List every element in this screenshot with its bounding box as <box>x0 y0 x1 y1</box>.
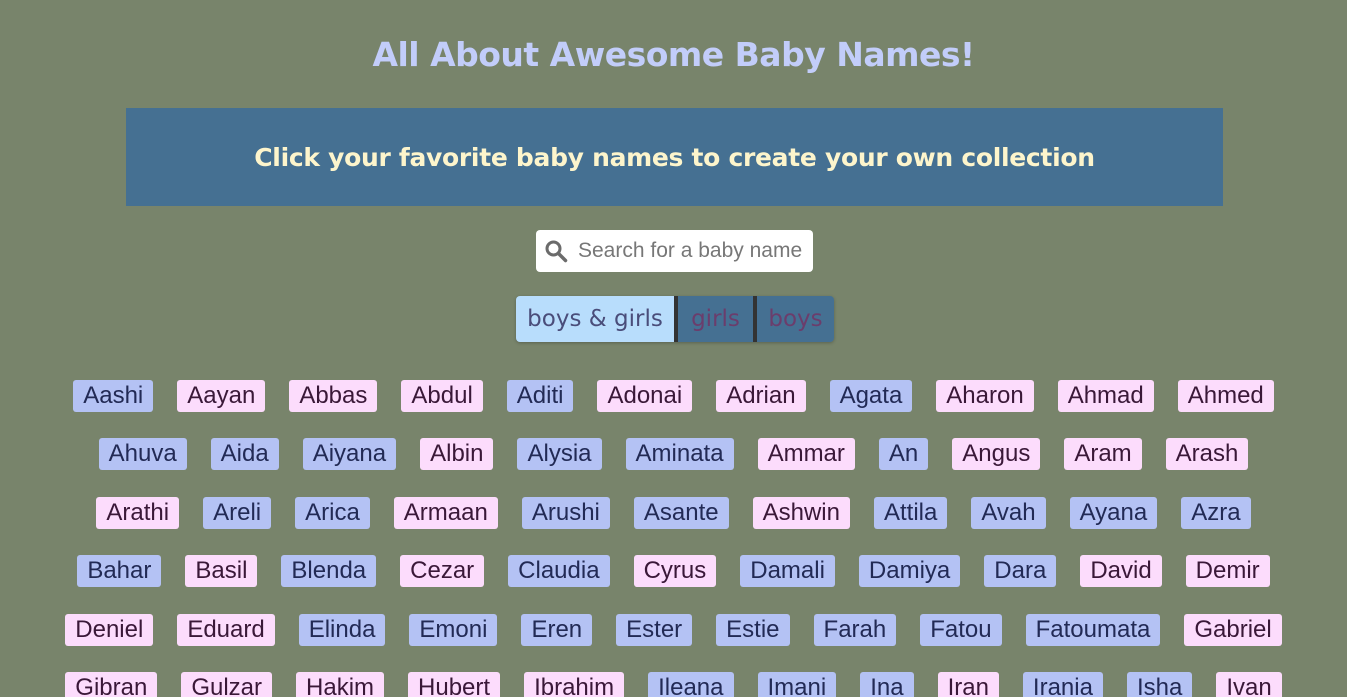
name-chip[interactable]: Blenda <box>281 555 377 588</box>
filter-boys-button[interactable]: boys <box>753 296 834 342</box>
name-chip[interactable]: Fatoumata <box>1025 613 1161 646</box>
name-chip[interactable]: Aashi <box>73 380 154 412</box>
name-chip[interactable]: Ivan <box>1216 671 1282 697</box>
name-row: Gibran Gulzar Hakim Hubert Ibrahim Ileana Iman… <box>0 671 1347 697</box>
search-icon <box>545 240 568 263</box>
name-chip[interactable]: Ileana <box>648 671 734 697</box>
name-row: Bahar Basil Blenda Cezar Claudia Cyrus Damali D… <box>0 555 1347 613</box>
name-chip[interactable]: Gibran <box>65 671 158 697</box>
name-chip[interactable]: Arushi <box>521 496 610 529</box>
name-chip[interactable]: Aiyana <box>302 438 397 471</box>
name-row: Ahuva Aida Aiyana Albin Alysia Aminata Ammar An… <box>0 438 1347 496</box>
name-chip[interactable]: Armaan <box>393 496 498 529</box>
instruction-banner: Click your favorite baby names to create… <box>126 108 1223 206</box>
name-chip[interactable]: Ashwin <box>752 496 850 529</box>
name-chip[interactable]: Ayana <box>1069 496 1158 529</box>
name-chip[interactable]: Fatou <box>920 613 1002 646</box>
name-chip[interactable]: Isha <box>1126 671 1193 697</box>
page: All About Awesome Baby Names! Click your… <box>0 0 1347 697</box>
name-chip[interactable]: Asante <box>633 496 729 529</box>
name-chip[interactable]: Attila <box>873 496 948 529</box>
gender-filter-group: boys & girls girls boys <box>516 296 834 342</box>
name-chip[interactable]: Ahuva <box>98 438 187 471</box>
name-chip[interactable]: Irania <box>1022 671 1103 697</box>
name-chip[interactable]: Agata <box>829 380 913 412</box>
name-chip[interactable]: Damali <box>740 555 835 588</box>
name-chip[interactable]: Arathi <box>96 496 180 529</box>
name-chip[interactable]: Demir <box>1185 555 1270 588</box>
name-chip[interactable]: Bahar <box>77 555 162 588</box>
name-chip[interactable]: David <box>1080 555 1162 588</box>
name-chip[interactable]: Aayan <box>177 380 266 412</box>
name-chip[interactable]: Claudia <box>508 555 610 588</box>
name-chip[interactable]: Eren <box>521 613 593 646</box>
name-chip[interactable]: Adonai <box>597 380 693 412</box>
name-chip[interactable]: Aida <box>210 438 279 471</box>
page-title: All About Awesome Baby Names! <box>372 35 975 74</box>
name-chip[interactable]: Eduard <box>177 613 275 646</box>
name-chip[interactable]: Gabriel <box>1184 613 1282 646</box>
name-chip[interactable]: Aharon <box>936 380 1034 412</box>
name-chip[interactable]: Ahmad <box>1057 380 1154 412</box>
name-chip[interactable]: Ahmed <box>1177 380 1274 412</box>
name-chip[interactable]: Deniel <box>65 613 154 646</box>
name-chip[interactable]: Aditi <box>506 380 574 412</box>
name-row: Arathi Areli Arica Armaan Arushi Asante Ashwin… <box>0 496 1347 555</box>
name-chip[interactable]: Cezar <box>400 555 485 588</box>
name-chip[interactable]: Elinda <box>298 613 386 646</box>
banner-text: Click your favorite baby names to create… <box>254 142 1095 172</box>
name-chip[interactable]: Hakim <box>296 671 385 697</box>
name-chip[interactable]: Emoni <box>409 613 498 646</box>
name-chip[interactable]: Basil <box>185 555 258 588</box>
names-list: Aashi Aayan Abbas Abdul Aditi Adonai Adrian Aga… <box>0 380 1347 697</box>
name-chip[interactable]: Areli <box>203 496 272 529</box>
name-chip[interactable]: Alysia <box>517 438 602 471</box>
name-chip[interactable]: Iran <box>937 671 999 697</box>
search-box[interactable] <box>536 230 813 272</box>
name-chip[interactable]: Gulzar <box>181 671 273 697</box>
name-chip[interactable]: Albin <box>420 438 494 471</box>
name-chip[interactable]: Aram <box>1064 438 1142 471</box>
name-chip[interactable]: Arica <box>295 496 370 529</box>
name-chip[interactable]: Abbas <box>289 380 378 412</box>
name-chip[interactable]: Abdul <box>401 380 483 412</box>
filter-boys-and-girls-button[interactable]: boys & girls <box>516 296 674 342</box>
name-chip[interactable]: Ibrahim <box>524 671 625 697</box>
filter-girls-button[interactable]: girls <box>674 296 753 342</box>
name-chip[interactable]: Arash <box>1165 438 1249 471</box>
name-chip[interactable]: Damiya <box>858 555 961 588</box>
name-chip[interactable]: Angus <box>952 438 1041 471</box>
name-chip[interactable]: Farah <box>813 613 897 646</box>
search-input[interactable] <box>578 239 803 263</box>
name-row: Aashi Aayan Abbas Abdul Aditi Adonai Adrian Aga… <box>0 380 1347 438</box>
name-chip[interactable]: Azra <box>1181 496 1251 529</box>
name-row: Deniel Eduard Elinda Emoni Eren Ester Estie Far… <box>0 613 1347 672</box>
name-chip[interactable]: Ester <box>616 613 693 646</box>
name-chip[interactable]: Dara <box>984 555 1057 588</box>
name-chip[interactable]: Ammar <box>757 438 855 471</box>
name-chip[interactable]: Avah <box>971 496 1046 529</box>
name-chip[interactable]: Adrian <box>716 380 806 412</box>
name-chip[interactable]: Estie <box>716 613 790 646</box>
name-chip[interactable]: Hubert <box>408 671 501 697</box>
name-chip[interactable]: Imani <box>757 671 837 697</box>
name-chip[interactable]: Aminata <box>625 438 734 471</box>
name-chip[interactable]: Cyrus <box>633 555 717 588</box>
name-chip[interactable]: An <box>878 438 929 471</box>
name-chip[interactable]: Ina <box>860 671 914 697</box>
